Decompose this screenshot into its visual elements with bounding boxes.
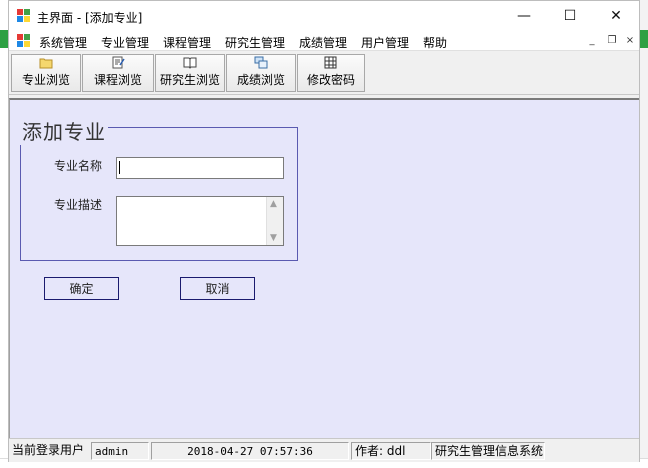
background-app-bar-right bbox=[640, 30, 648, 48]
toolbar-button-label: 课程浏览 bbox=[93, 73, 142, 87]
cancel-button[interactable]: 取消 bbox=[180, 277, 255, 300]
scroll-up-icon[interactable]: ▲ bbox=[270, 199, 277, 209]
title-bar[interactable]: 主界面 - [添加专业] — ☐ ✕ bbox=[9, 1, 639, 31]
status-user-value: admin bbox=[91, 442, 149, 460]
major-description-textarea[interactable]: ▲ ▼ bbox=[116, 196, 284, 246]
status-author: 作者: ddl bbox=[351, 442, 431, 460]
groupbox-title: 添加专业 bbox=[20, 116, 108, 145]
status-bar: 当前登录用户 admin 2018-04-27 07:57:36 作者: ddl… bbox=[9, 438, 639, 462]
major-name-label: 专业名称 bbox=[54, 159, 103, 173]
app-icon bbox=[17, 9, 31, 23]
book-icon bbox=[183, 56, 197, 69]
main-window: 主界面 - [添加专业] — ☐ ✕ 系统管理 专业管理 课程管理 研究生管理 … bbox=[8, 0, 640, 462]
toolbar-change-password-button[interactable]: 修改密码 bbox=[297, 54, 365, 92]
toolbar: 专业浏览 课程浏览 研究生浏览 成绩浏览 修改密码 bbox=[9, 51, 639, 95]
toolbar-course-browse-button[interactable]: 课程浏览 bbox=[82, 54, 154, 92]
menu-help[interactable]: 帮助 bbox=[423, 34, 447, 51]
major-description-label: 专业描述 bbox=[54, 198, 103, 212]
maximize-button[interactable]: ☐ bbox=[547, 1, 593, 31]
status-datetime: 2018-04-27 07:57:36 bbox=[151, 442, 349, 460]
menu-bar: 系统管理 专业管理 课程管理 研究生管理 成绩管理 用户管理 帮助 _ ❐ × bbox=[9, 31, 639, 51]
ok-button[interactable]: 确定 bbox=[44, 277, 119, 300]
description-scrollbar[interactable]: ▲ ▼ bbox=[266, 197, 283, 245]
mdi-close-button[interactable]: × bbox=[623, 35, 637, 48]
toolbar-button-label: 研究生浏览 bbox=[159, 73, 220, 87]
menu-user[interactable]: 用户管理 bbox=[361, 34, 409, 51]
edit-doc-icon bbox=[111, 56, 125, 69]
close-button[interactable]: ✕ bbox=[593, 1, 639, 31]
mdi-child-icon[interactable] bbox=[17, 34, 31, 48]
status-user-label: 当前登录用户 bbox=[12, 443, 85, 457]
folder-icon bbox=[39, 56, 53, 69]
status-system-name: 研究生管理信息系统 bbox=[431, 442, 545, 460]
toolbar-grade-browse-button[interactable]: 成绩浏览 bbox=[226, 54, 296, 92]
scroll-down-icon[interactable]: ▼ bbox=[270, 233, 277, 243]
minimize-button[interactable]: — bbox=[501, 1, 547, 31]
text-caret bbox=[119, 161, 120, 174]
major-name-input[interactable] bbox=[116, 157, 284, 179]
menu-major[interactable]: 专业管理 bbox=[101, 34, 149, 51]
menu-grade[interactable]: 成绩管理 bbox=[299, 34, 347, 51]
menu-course[interactable]: 课程管理 bbox=[163, 34, 211, 51]
window-title: 主界面 - [添加专业] bbox=[37, 11, 143, 25]
grid-icon bbox=[324, 56, 338, 69]
menu-graduate[interactable]: 研究生管理 bbox=[225, 34, 285, 51]
mdi-minimize-button[interactable]: _ bbox=[585, 35, 599, 48]
windows-stack-icon bbox=[254, 56, 268, 69]
background-app-bar bbox=[0, 30, 8, 48]
toolbar-button-label: 修改密码 bbox=[306, 73, 355, 87]
background-app-edge bbox=[0, 0, 8, 468]
toolbar-major-browse-button[interactable]: 专业浏览 bbox=[11, 54, 81, 92]
toolbar-graduate-browse-button[interactable]: 研究生浏览 bbox=[155, 54, 225, 92]
add-major-form: 添加专业 专业名称 专业描述 ▲ ▼ 确定 取消 bbox=[9, 98, 639, 438]
toolbar-button-label: 成绩浏览 bbox=[236, 73, 285, 87]
menu-system[interactable]: 系统管理 bbox=[39, 34, 87, 51]
mdi-restore-button[interactable]: ❐ bbox=[605, 35, 619, 48]
toolbar-button-label: 专业浏览 bbox=[21, 73, 70, 87]
